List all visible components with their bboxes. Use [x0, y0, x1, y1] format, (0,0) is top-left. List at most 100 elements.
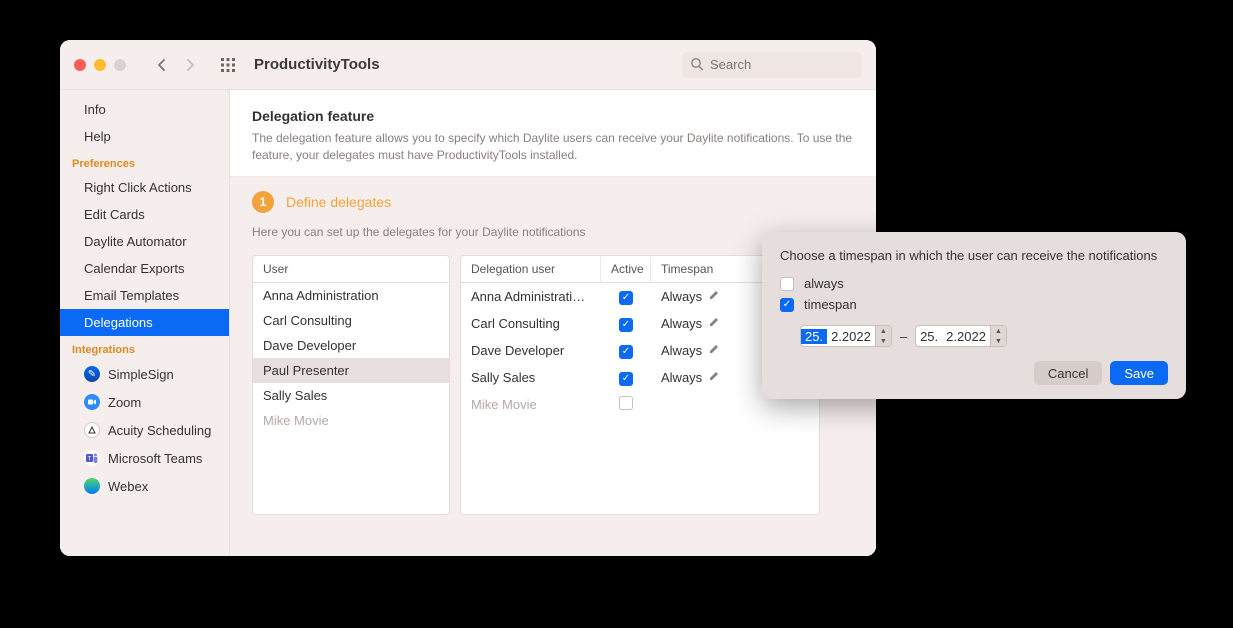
sidebar-item-teams[interactable]: T Microsoft Teams	[60, 444, 229, 472]
save-button[interactable]: Save	[1110, 361, 1168, 385]
sidebar-section-integrations: Integrations	[60, 336, 229, 360]
sidebar-item-label: Calendar Exports	[84, 261, 184, 276]
sidebar-item-label: SimpleSign	[108, 367, 174, 382]
sidebar: Info Help Preferences Right Click Action…	[60, 90, 230, 556]
to-stepper[interactable]: ▲▼	[990, 326, 1006, 346]
close-window-button[interactable]	[74, 59, 86, 71]
sidebar-item-label: Webex	[108, 479, 148, 494]
sidebar-item-zoom[interactable]: Zoom	[60, 388, 229, 416]
page-title: Delegation feature	[252, 108, 854, 124]
user-cell: Sally Sales	[253, 383, 449, 408]
timespan-popover: Choose a timespan in which the user can …	[762, 232, 1186, 399]
active-checkbox[interactable]	[619, 345, 633, 359]
from-date-input[interactable]: 25. 2.2022 ▲▼	[800, 325, 892, 347]
search-input[interactable]	[682, 52, 862, 78]
delegation-user-cell: Carl Consulting	[461, 311, 601, 336]
sidebar-item-label: Email Templates	[84, 288, 179, 303]
forward-button[interactable]	[178, 53, 202, 77]
sidebar-item-right-click-actions[interactable]: Right Click Actions	[60, 174, 229, 201]
edit-icon[interactable]	[708, 316, 720, 331]
sidebar-item-delegations[interactable]: Delegations	[60, 309, 229, 336]
nav-arrows	[150, 53, 202, 77]
from-day[interactable]: 25.	[801, 329, 827, 344]
user-cell: Anna Administration	[253, 283, 449, 308]
teams-icon: T	[84, 450, 100, 466]
table-row[interactable]: Sally Sales	[253, 383, 449, 408]
titlebar: ProductivityTools	[60, 40, 876, 90]
table-row[interactable]: Dave Developer	[253, 333, 449, 358]
sidebar-item-label: Acuity Scheduling	[108, 423, 211, 438]
table-row[interactable]: Mike Movie	[253, 408, 449, 433]
apps-grid-icon[interactable]	[218, 55, 238, 75]
timespan-cell: Always	[661, 370, 702, 385]
stepper-up-icon[interactable]: ▲	[876, 326, 891, 336]
sidebar-item-calendar-exports[interactable]: Calendar Exports	[60, 255, 229, 282]
simplesign-icon: ✎	[84, 366, 100, 382]
sidebar-section-preferences: Preferences	[60, 150, 229, 174]
timespan-cell: Always	[661, 316, 702, 331]
always-checkbox[interactable]	[780, 277, 794, 291]
svg-text:T: T	[88, 457, 92, 463]
sidebar-item-daylite-automator[interactable]: Daylite Automator	[60, 228, 229, 255]
timespan-label: timespan	[804, 297, 857, 312]
step-badge: 1	[252, 191, 274, 213]
users-header: User	[253, 256, 449, 282]
sidebar-item-label: Daylite Automator	[84, 234, 187, 249]
stepper-down-icon[interactable]: ▼	[876, 336, 891, 346]
delegation-header-active: Active	[601, 256, 651, 282]
sidebar-item-label: Zoom	[108, 395, 141, 410]
delegation-header-user: Delegation user	[461, 256, 601, 282]
sidebar-item-email-templates[interactable]: Email Templates	[60, 282, 229, 309]
from-stepper[interactable]: ▲▼	[875, 326, 891, 346]
active-checkbox[interactable]	[619, 318, 633, 332]
active-checkbox[interactable]	[619, 291, 633, 305]
sidebar-item-edit-cards[interactable]: Edit Cards	[60, 201, 229, 228]
sidebar-item-label: Right Click Actions	[84, 180, 192, 195]
always-label: always	[804, 276, 844, 291]
stepper-down-icon[interactable]: ▼	[991, 336, 1006, 346]
sidebar-item-label: Info	[84, 102, 106, 117]
timespan-checkbox[interactable]	[780, 298, 794, 312]
to-rest[interactable]: 2.2022	[942, 329, 990, 344]
delegation-user-cell: Dave Developer	[461, 338, 601, 363]
active-checkbox[interactable]	[619, 372, 633, 386]
webex-icon	[84, 478, 100, 494]
table-row[interactable]: Carl Consulting	[253, 308, 449, 333]
search-icon	[690, 57, 704, 74]
table-row[interactable]: Paul Presenter	[253, 358, 449, 383]
edit-icon[interactable]	[708, 370, 720, 385]
to-day[interactable]: 25.	[916, 329, 942, 344]
user-cell: Mike Movie	[253, 408, 449, 433]
users-table: User Anna Administration Carl Consulting…	[252, 255, 450, 515]
user-cell: Dave Developer	[253, 333, 449, 358]
active-checkbox[interactable]	[619, 396, 633, 410]
sidebar-item-label: Help	[84, 129, 111, 144]
to-date-input[interactable]: 25. 2.2022 ▲▼	[915, 325, 1007, 347]
edit-icon[interactable]	[708, 343, 720, 358]
back-button[interactable]	[150, 53, 174, 77]
edit-icon[interactable]	[708, 289, 720, 304]
zoom-window-button[interactable]	[114, 59, 126, 71]
sidebar-item-label: Microsoft Teams	[108, 451, 202, 466]
range-dash: –	[900, 329, 907, 344]
sidebar-item-info[interactable]: Info	[60, 96, 229, 123]
user-cell: Carl Consulting	[253, 308, 449, 333]
minimize-window-button[interactable]	[94, 59, 106, 71]
sidebar-item-label: Edit Cards	[84, 207, 145, 222]
acuity-icon	[84, 422, 100, 438]
app-title: ProductivityTools	[254, 56, 380, 73]
from-rest[interactable]: 2.2022	[827, 329, 875, 344]
table-row[interactable]: Anna Administration	[253, 283, 449, 308]
zoom-icon	[84, 394, 100, 410]
stepper-up-icon[interactable]: ▲	[991, 326, 1006, 336]
page-description: The delegation feature allows you to spe…	[252, 130, 854, 164]
sidebar-item-simplesign[interactable]: ✎ SimpleSign	[60, 360, 229, 388]
sidebar-item-help[interactable]: Help	[60, 123, 229, 150]
user-cell: Paul Presenter	[253, 358, 449, 383]
sidebar-item-acuity[interactable]: Acuity Scheduling	[60, 416, 229, 444]
sidebar-item-webex[interactable]: Webex	[60, 472, 229, 500]
cancel-button[interactable]: Cancel	[1034, 361, 1102, 385]
sidebar-item-label: Delegations	[84, 315, 153, 330]
delegation-user-cell: Anna Administrati…	[461, 284, 601, 309]
window-controls	[74, 59, 126, 71]
